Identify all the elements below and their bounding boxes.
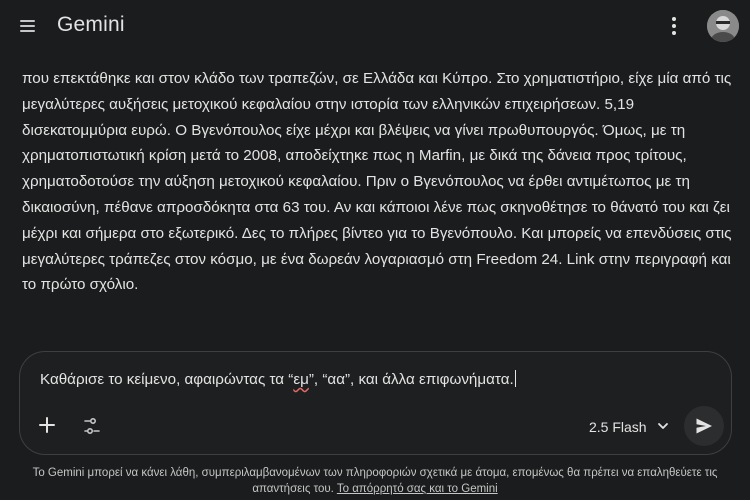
top-app-bar: Gemini (0, 0, 750, 54)
chevron-down-icon (657, 419, 669, 435)
app-title[interactable]: Gemini (57, 13, 125, 37)
prompt-text-part: Καθάρισε το κείμενο, αφαιρώντας τα “ (40, 371, 294, 388)
prompt-composer[interactable]: Καθάρισε το κείμενο, αφαιρώντας τα “εμ”,… (19, 351, 732, 455)
send-button[interactable] (684, 406, 724, 446)
send-icon (696, 418, 712, 434)
model-response: που επεκτάθηκε και στον κλάδο των τραπεζ… (22, 66, 732, 298)
tune-icon[interactable] (82, 416, 102, 436)
prompt-input[interactable]: Καθάρισε το κείμενο, αφαιρώντας τα “εμ”,… (40, 370, 640, 388)
text-caret (514, 370, 516, 387)
misspelled-word: εμ (293, 371, 309, 388)
hamburger-menu-icon[interactable] (20, 16, 40, 36)
model-label: 2.5 Flash (589, 419, 647, 435)
disclaimer: Το Gemini μπορεί να κάνει λάθη, συμπεριλ… (10, 465, 740, 497)
avatar-image (707, 10, 739, 42)
more-vert-icon[interactable] (668, 15, 680, 37)
response-paragraph: που επεκτάθηκε και στον κλάδο των τραπεζ… (22, 70, 732, 294)
model-selector[interactable]: 2.5 Flash (589, 417, 669, 437)
prompt-text-part: ”, “αα”, και άλλα επιφωνήματα. (308, 371, 514, 388)
user-avatar[interactable] (707, 10, 739, 42)
plus-icon[interactable] (37, 415, 57, 435)
privacy-link[interactable]: Το απόρρητό σας και το Gemini (337, 483, 498, 495)
